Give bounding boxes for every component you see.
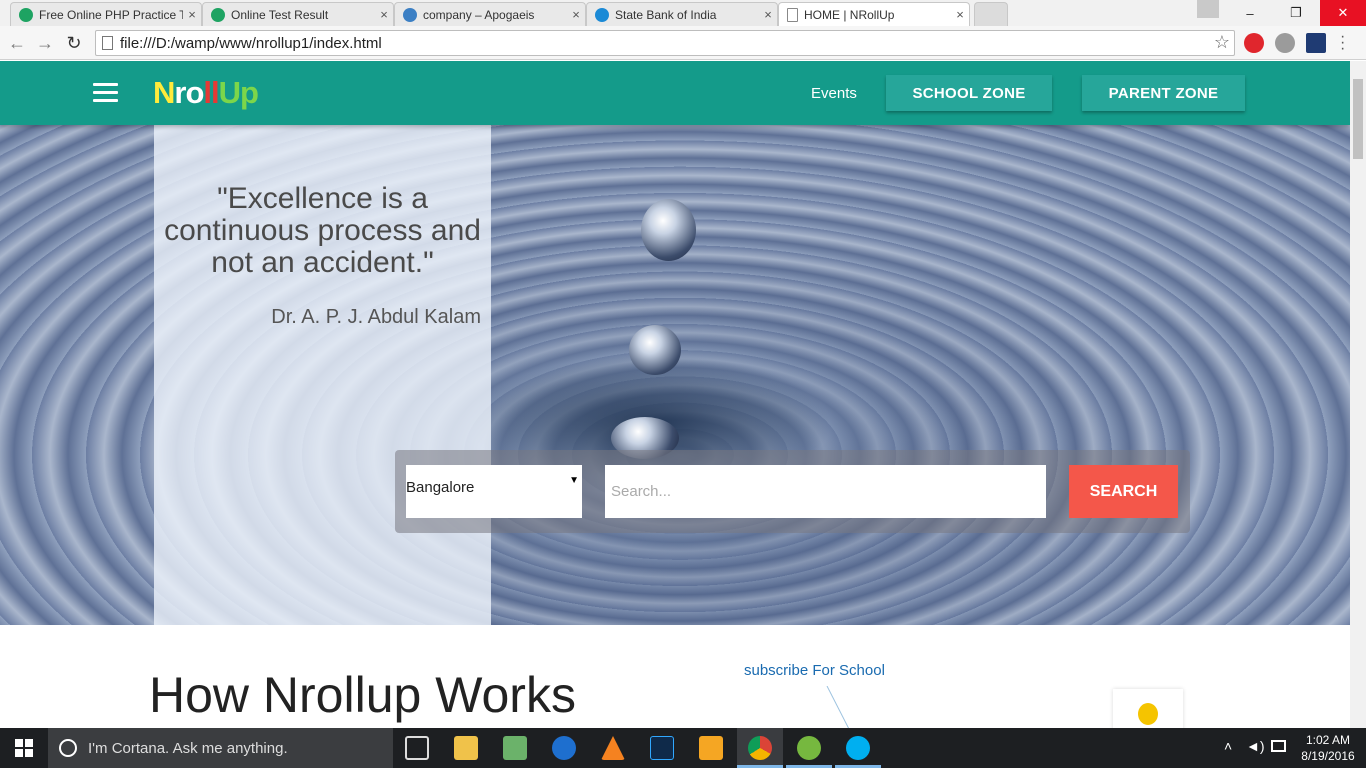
opera-extension-icon[interactable] bbox=[1244, 33, 1264, 53]
new-tab-button[interactable] bbox=[974, 2, 1008, 26]
page-scrollbar[interactable] bbox=[1350, 61, 1366, 728]
city-select[interactable]: Bangalore ▼ bbox=[406, 465, 582, 518]
chrome-taskbar-button[interactable] bbox=[737, 728, 783, 768]
browser-tab-apogaeis[interactable]: company – Apogaeis × bbox=[394, 2, 586, 26]
window-close-button[interactable]: ✕ bbox=[1320, 0, 1366, 26]
notification-icon[interactable] bbox=[1271, 740, 1286, 752]
browser-toolbar: ← → ↻ file:///D:/wamp/www/nrollup1/index… bbox=[0, 26, 1366, 60]
parent-zone-button[interactable]: PARENT ZONE bbox=[1082, 75, 1245, 111]
address-bar[interactable]: file:///D:/wamp/www/nrollup1/index.html … bbox=[95, 30, 1235, 56]
page-favicon-icon bbox=[787, 7, 798, 22]
water-drop-image bbox=[641, 199, 696, 261]
tab-close-icon[interactable]: × bbox=[951, 7, 969, 22]
forward-arrow-icon[interactable]: → bbox=[34, 32, 56, 54]
browser-tab-strip: Free Online PHP Practice T × Online Test… bbox=[0, 0, 1366, 26]
sbi-favicon-icon bbox=[595, 7, 609, 22]
media-player-icon[interactable] bbox=[699, 736, 723, 760]
photoshop-icon[interactable] bbox=[650, 736, 674, 760]
edge-browser-icon[interactable] bbox=[552, 736, 576, 760]
bookmark-star-icon[interactable]: ☆ bbox=[1214, 32, 1230, 53]
cortana-search-box[interactable]: I'm Cortana. Ask me anything. bbox=[48, 728, 393, 768]
site-navbar: NrollUp Events SCHOOL ZONE PARENT ZONE bbox=[0, 61, 1350, 125]
address-text: file:///D:/wamp/www/nrollup1/index.html bbox=[120, 34, 382, 52]
extension-icon[interactable] bbox=[1306, 33, 1326, 53]
quote-author: Dr. A. P. J. Abdul Kalam bbox=[271, 306, 481, 328]
web-page: NrollUp Events SCHOOL ZONE PARENT ZONE "… bbox=[0, 61, 1350, 728]
city-select-value: Bangalore bbox=[406, 479, 475, 496]
site-favicon-icon bbox=[19, 7, 33, 22]
utorrent-icon[interactable] bbox=[797, 736, 821, 760]
how-it-works-heading: How Nrollup Works bbox=[149, 667, 576, 723]
search-input[interactable] bbox=[605, 465, 1046, 518]
tab-close-icon[interactable]: × bbox=[375, 7, 393, 22]
search-button[interactable]: SEARCH bbox=[1069, 465, 1178, 518]
skype-icon[interactable] bbox=[846, 736, 870, 760]
window-restore-button[interactable]: ❐ bbox=[1273, 0, 1319, 26]
volume-icon[interactable]: ◄) bbox=[1246, 738, 1265, 754]
vlc-player-icon[interactable] bbox=[601, 736, 625, 760]
hero-banner: "Excellence is a continuous process and … bbox=[0, 125, 1350, 625]
school-zone-button[interactable]: SCHOOL ZONE bbox=[886, 75, 1052, 111]
hamburger-menu-icon[interactable] bbox=[93, 83, 118, 103]
extension-icon[interactable] bbox=[1275, 33, 1295, 53]
tab-close-icon[interactable]: × bbox=[567, 7, 585, 22]
water-drop-image bbox=[629, 325, 681, 375]
chat-widget[interactable] bbox=[1113, 689, 1183, 728]
start-button[interactable] bbox=[0, 728, 48, 768]
browser-tab-nrollup[interactable]: HOME | NRollUp × bbox=[778, 2, 970, 26]
wordpress-favicon-icon bbox=[403, 7, 417, 22]
search-panel: Bangalore ▼ SEARCH bbox=[395, 450, 1190, 533]
window-minimize-button[interactable]: – bbox=[1227, 0, 1273, 26]
tab-close-icon[interactable]: × bbox=[759, 7, 777, 22]
chat-avatar-icon bbox=[1138, 703, 1158, 725]
dropdown-caret-icon: ▼ bbox=[569, 475, 579, 486]
tray-chevron-up-icon[interactable]: ˄ bbox=[1224, 738, 1232, 754]
subscribe-for-school-link[interactable]: subscribe For School bbox=[744, 662, 885, 679]
browser-tab-sbi[interactable]: State Bank of India × bbox=[586, 2, 778, 26]
browser-menu-icon[interactable]: · · · bbox=[1340, 29, 1345, 57]
back-arrow-icon[interactable]: ← bbox=[6, 32, 28, 54]
system-clock[interactable]: 1:02 AM 8/19/2016 bbox=[1298, 732, 1358, 764]
windows-taskbar: I'm Cortana. Ask me anything. ˄ ◄) 1:02 … bbox=[0, 728, 1366, 768]
tab-close-icon[interactable]: × bbox=[183, 7, 201, 22]
connector-line bbox=[826, 686, 850, 728]
notepad-app-icon[interactable] bbox=[503, 736, 527, 760]
user-profile-icon[interactable] bbox=[1197, 0, 1219, 18]
site-favicon-icon bbox=[211, 7, 225, 22]
task-view-icon[interactable] bbox=[405, 736, 429, 760]
nav-link-events[interactable]: Events bbox=[811, 85, 857, 102]
reload-icon[interactable]: ↻ bbox=[63, 32, 85, 54]
quote-panel: "Excellence is a continuous process and … bbox=[154, 125, 491, 625]
cortana-icon bbox=[59, 739, 77, 757]
chrome-browser-icon bbox=[748, 736, 772, 760]
scrollbar-thumb[interactable] bbox=[1353, 79, 1363, 159]
site-logo[interactable]: NrollUp bbox=[153, 75, 259, 111]
browser-tab-test-result[interactable]: Online Test Result × bbox=[202, 2, 394, 26]
file-explorer-icon[interactable] bbox=[454, 736, 478, 760]
browser-tab-php-practice[interactable]: Free Online PHP Practice T × bbox=[10, 2, 202, 26]
windows-logo-icon bbox=[15, 739, 33, 757]
hero-quote: "Excellence is a continuous process and … bbox=[164, 182, 481, 279]
page-icon bbox=[102, 36, 113, 50]
